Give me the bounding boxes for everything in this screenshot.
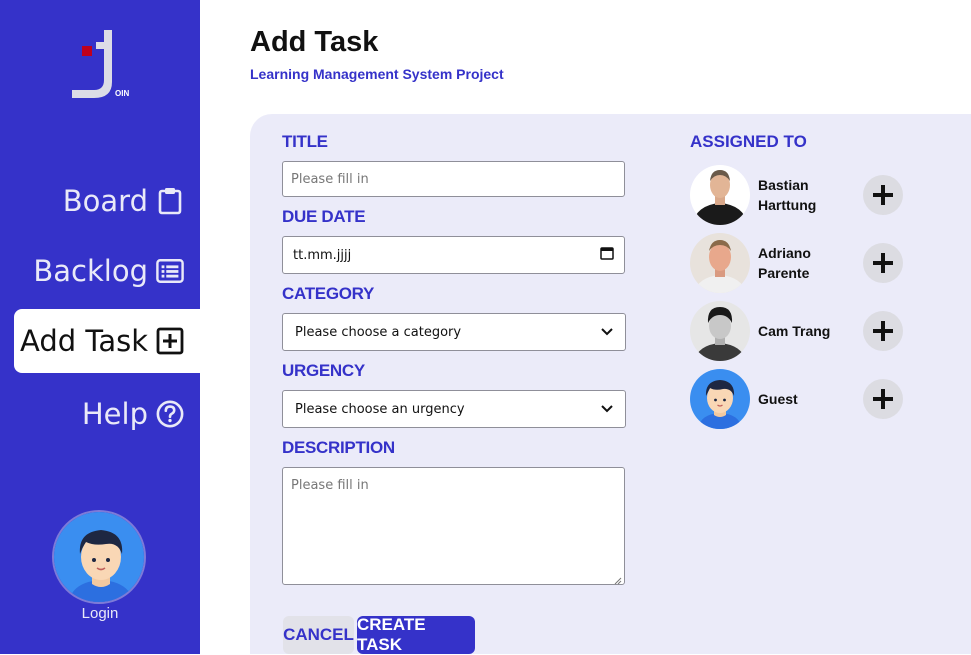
cancel-button[interactable]: CANCEL (283, 616, 354, 654)
due-date-value: tt.mm.jjjj (293, 247, 352, 263)
project-subtitle: Learning Management System Project (250, 66, 504, 82)
add-assignee-button[interactable] (863, 243, 903, 283)
nav-board[interactable]: Board (0, 169, 200, 233)
description-label: DESCRIPTION (282, 438, 395, 457)
nav-help[interactable]: Help (0, 382, 200, 446)
title-input[interactable]: Please fill in (282, 161, 625, 197)
list-icon (156, 257, 184, 285)
resize-grip-icon[interactable] (614, 574, 622, 585)
nav-add-task-label: Add Task (20, 324, 148, 358)
logo-text: OIN (115, 89, 129, 98)
nav-backlog[interactable]: Backlog (0, 239, 200, 303)
description-placeholder: Please fill in (291, 478, 369, 493)
title-label: TITLE (282, 132, 328, 151)
login-label[interactable]: Login (0, 605, 200, 622)
nav-add-task[interactable]: Add Task (14, 309, 200, 373)
urgency-value: Please choose an urgency (295, 401, 465, 417)
chevron-down-icon (601, 325, 613, 340)
assignee-row: Guest (690, 369, 950, 429)
add-assignee-button[interactable] (863, 175, 903, 215)
urgency-label: URGENCY (282, 361, 365, 380)
user-name: Cam Trang (758, 323, 831, 339)
assignee-row: Adriano Parente (690, 233, 950, 293)
nav-board-label: Board (62, 184, 148, 218)
assignee-row: Cam Trang (690, 301, 950, 361)
sidebar: OIN Board Backlog Add Task Help Login (0, 0, 200, 654)
plus-icon (873, 321, 893, 341)
login-avatar[interactable] (52, 510, 146, 604)
urgency-select[interactable]: Please choose an urgency (282, 390, 626, 428)
title-placeholder: Please fill in (291, 171, 369, 187)
user-avatar (690, 369, 750, 429)
user-name: Adriano Parente (758, 245, 811, 281)
assignee-row: Bastian Harttung (690, 165, 950, 225)
user-name: Guest (758, 391, 798, 407)
calendar-icon[interactable] (600, 246, 614, 264)
user-avatar (690, 233, 750, 293)
plus-square-icon (156, 327, 184, 355)
description-textarea[interactable]: Please fill in (282, 467, 625, 585)
plus-icon (873, 253, 893, 273)
nav-backlog-label: Backlog (33, 254, 148, 288)
join-logo[interactable]: OIN (70, 28, 132, 100)
due-date-label: DUE DATE (282, 207, 366, 226)
create-task-button[interactable]: CREATE TASK (357, 615, 475, 654)
plus-icon (873, 185, 893, 205)
category-label: CATEGORY (282, 284, 375, 303)
user-avatar (690, 301, 750, 361)
help-circle-icon (156, 400, 184, 428)
assigned-to-label: ASSIGNED TO (690, 132, 807, 151)
nav-help-label: Help (81, 397, 148, 431)
category-value: Please choose a category (295, 324, 462, 340)
category-select[interactable]: Please choose a category (282, 313, 626, 351)
due-date-input[interactable]: tt.mm.jjjj (282, 236, 625, 274)
chevron-down-icon (601, 402, 613, 417)
add-assignee-button[interactable] (863, 379, 903, 419)
user-avatar (690, 165, 750, 225)
user-name: Bastian Harttung (758, 177, 817, 213)
add-assignee-button[interactable] (863, 311, 903, 351)
page-title: Add Task (250, 26, 379, 58)
clipboard-icon (156, 187, 184, 215)
plus-icon (873, 389, 893, 409)
